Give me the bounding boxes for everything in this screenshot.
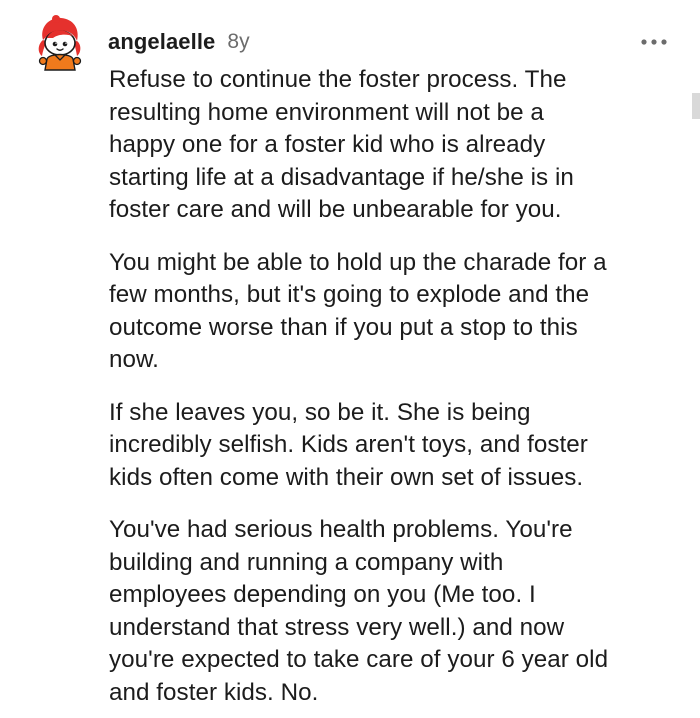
text-line: kids often come with their own set of is… <box>109 463 584 491</box>
text-line: and foster kids. No. <box>109 678 319 706</box>
text-line: You might be able to hold up the charade… <box>109 248 607 276</box>
scrollbar-thumb[interactable] <box>692 93 700 119</box>
comment-paragraph: If she leaves you, so be it. She is bein… <box>109 397 669 495</box>
text-line: resulting home environment will not be a <box>109 98 544 126</box>
avatar[interactable] <box>33 14 85 74</box>
text-line: happy one for a foster kid who is alread… <box>109 131 546 158</box>
text-line: understand that stress very well.) and n… <box>109 613 565 641</box>
text-line: employees depending on you (Me too. I <box>109 581 536 608</box>
username[interactable]: angelaelle <box>108 29 215 55</box>
more-options-icon <box>641 39 667 45</box>
text-line: Refuse to continue the foster process. T… <box>109 66 567 93</box>
text-line: outcome worse than if you put a stop to … <box>109 313 578 341</box>
text-line: building and running a company with <box>109 548 504 576</box>
comment: angelaelle 8y Refuse to continue the fos… <box>0 0 700 718</box>
text-line: If she leaves you, so be it. She is bein… <box>109 398 531 426</box>
comment-paragraph: You might be able to hold up the charade… <box>109 247 669 377</box>
comment-paragraph: You've had serious health problems. You'… <box>109 514 669 709</box>
more-options-button[interactable] <box>638 34 670 50</box>
text-line: You've had serious health problems. You'… <box>109 516 573 543</box>
text-line: few months, but it's going to explode an… <box>109 281 590 308</box>
comment-paragraph: Refuse to continue the foster process. T… <box>109 64 669 227</box>
reddit-snoo-avatar-icon <box>38 15 82 71</box>
comment-age: 8y <box>227 30 250 53</box>
text-line: you're expected to take care of your 6 y… <box>109 646 609 673</box>
comment-body: Refuse to continue the foster process. T… <box>109 64 669 718</box>
text-line: now. <box>109 346 159 373</box>
comment-header: angelaelle 8y <box>108 28 250 56</box>
text-line: incredibly selfish. Kids aren't toys, an… <box>109 431 588 458</box>
text-line: starting life at a disadvantage if he/sh… <box>109 163 574 191</box>
text-line: foster care and will be unbearable for y… <box>109 196 562 223</box>
